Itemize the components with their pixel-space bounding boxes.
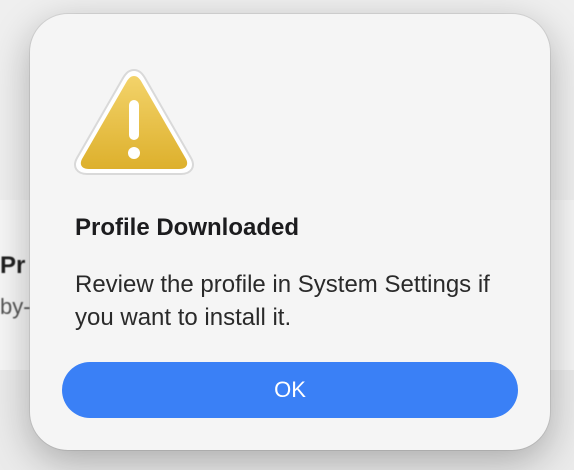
ok-button[interactable]: OK [62, 362, 518, 418]
background-heading-fragment: Pr [0, 252, 26, 279]
dialog-title: Profile Downloaded [75, 214, 300, 241]
dialog-message: Review the profile in System Settings if… [75, 271, 490, 331]
background-subtext-fragment: by- [0, 294, 31, 319]
warning-triangle-icon [74, 68, 194, 175]
alert-dialog: Profile Downloaded Review the profile in… [30, 14, 550, 450]
